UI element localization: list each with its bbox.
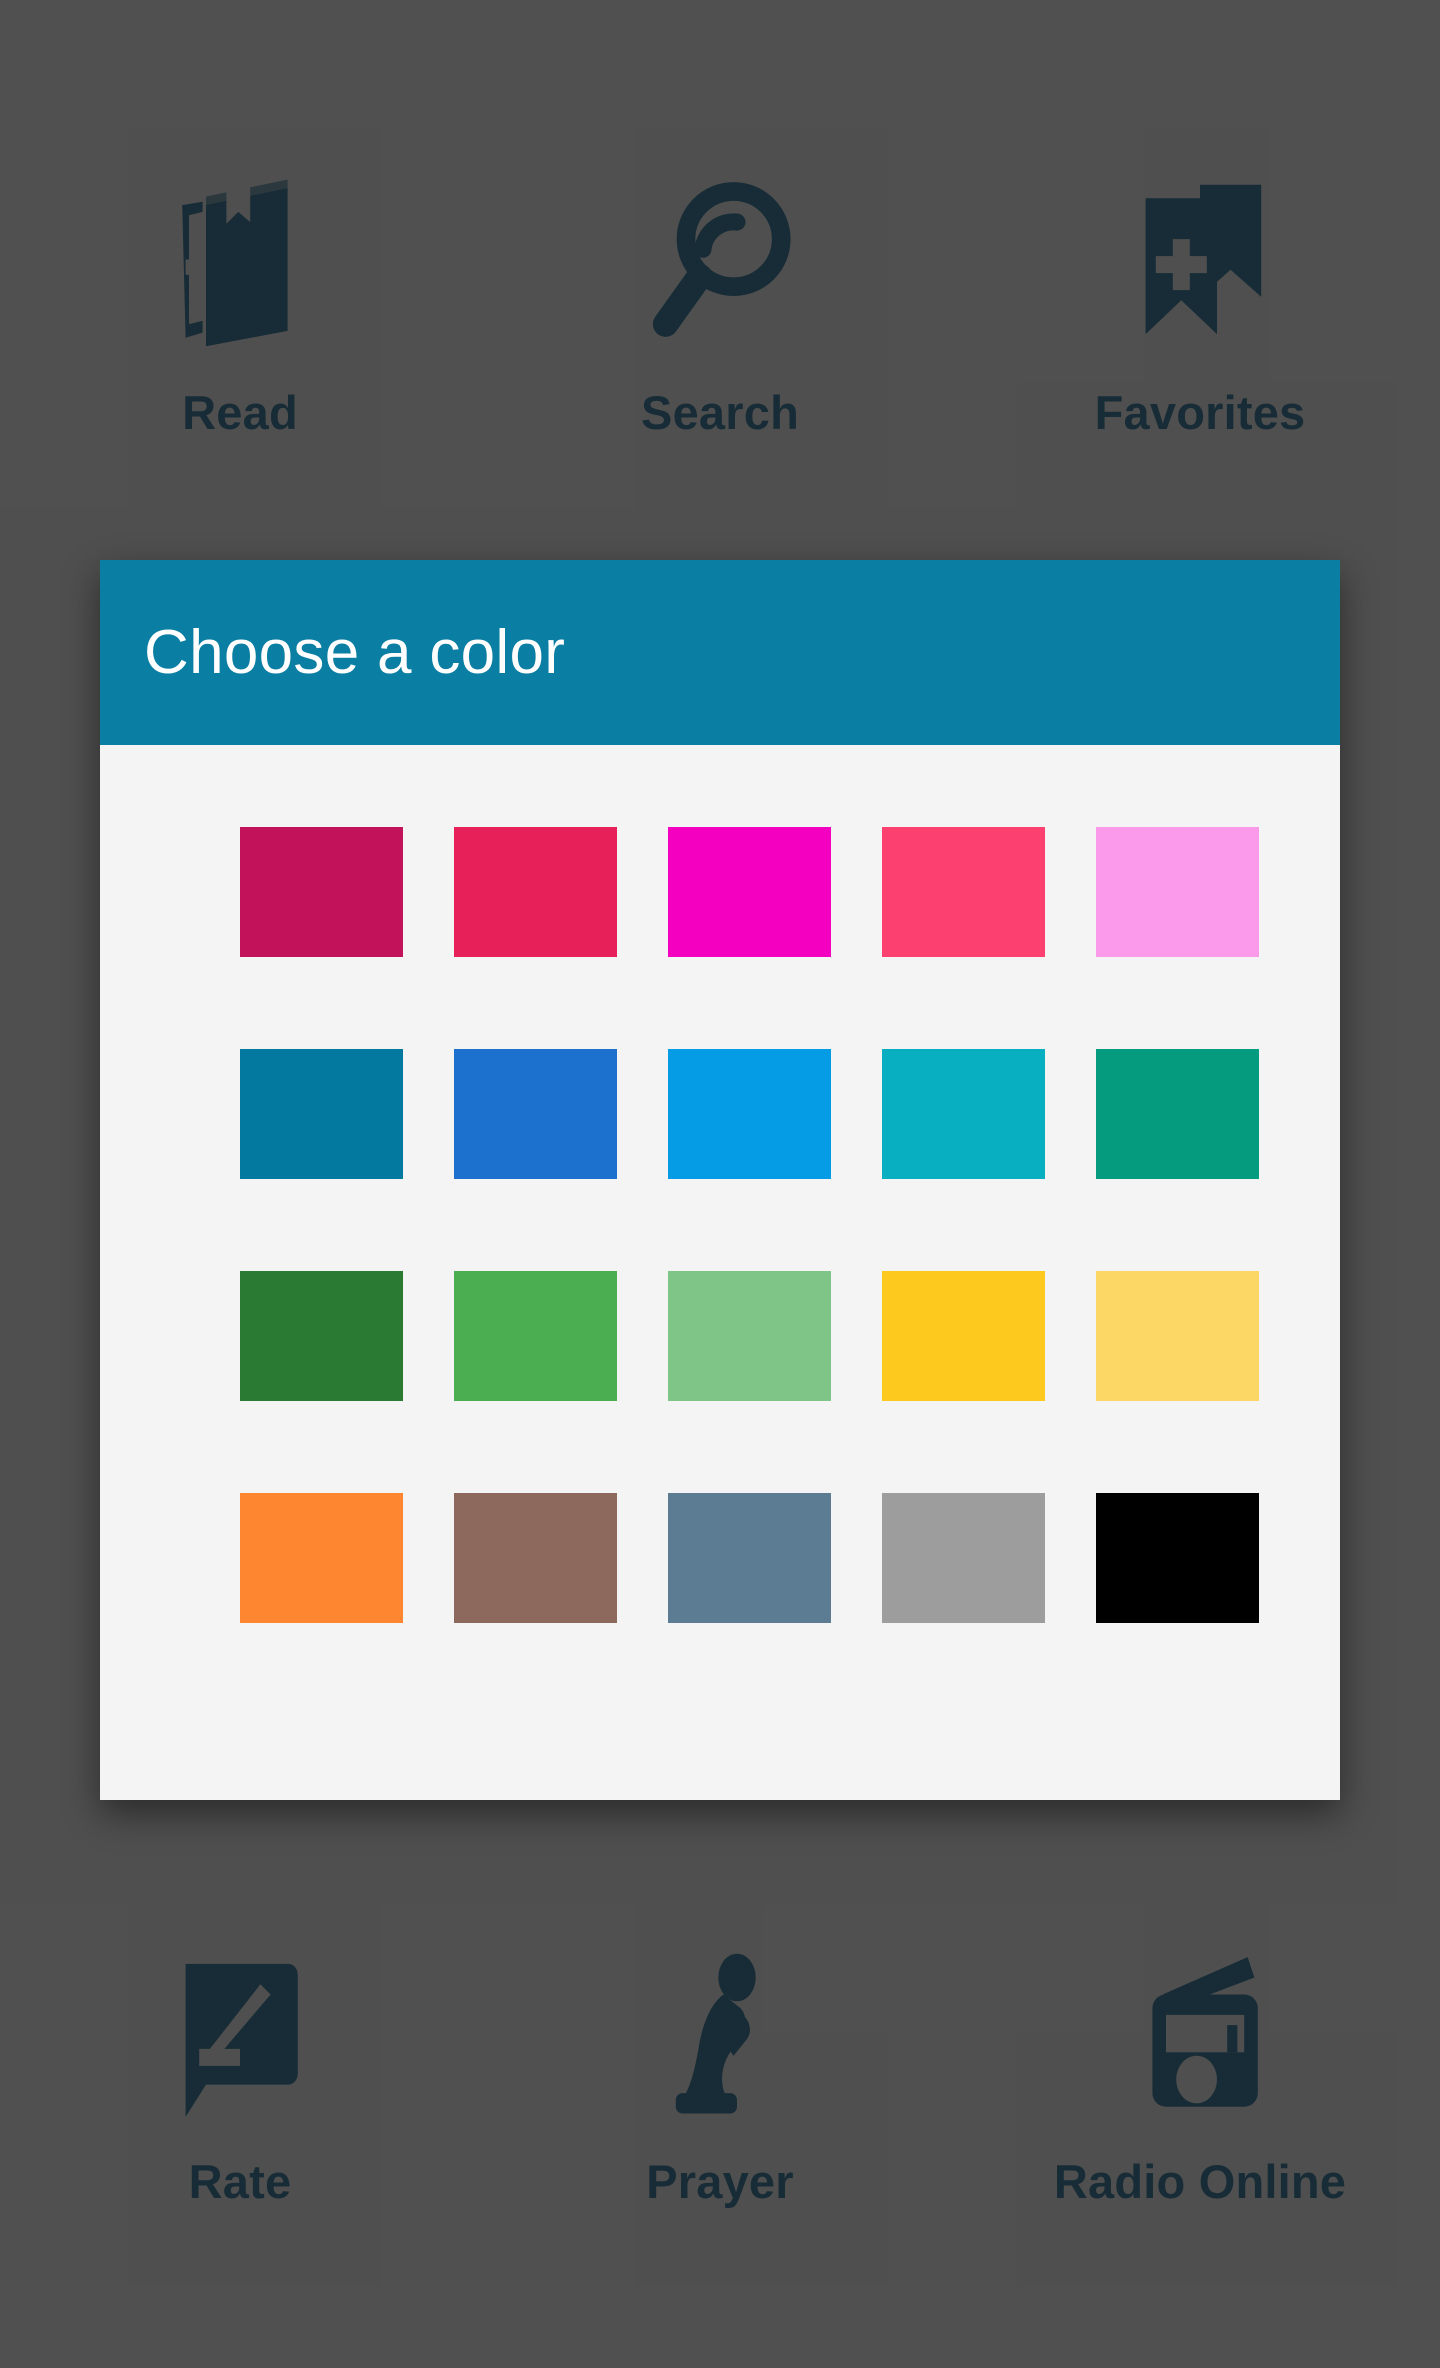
comment-pencil-icon (155, 1942, 325, 2132)
radio-icon (1115, 1942, 1285, 2132)
app-tile-label: Prayer (646, 2154, 794, 2208)
color-swatch-raspberry[interactable] (454, 827, 617, 957)
color-swatch-light-pink[interactable] (1096, 827, 1259, 957)
app-tile-search[interactable]: Search (480, 10, 960, 600)
color-swatch-blue[interactable] (454, 1049, 617, 1179)
app-tile-read[interactable]: Read (0, 10, 480, 600)
app-tile-radio-online[interactable]: Radio Online (960, 1779, 1440, 2368)
color-swatch-magenta[interactable] (668, 827, 831, 957)
dialog-header: Choose a color (100, 560, 1340, 745)
app-tile-prayer[interactable]: Prayer (480, 1779, 960, 2368)
swatch-row (130, 1493, 1310, 1623)
color-swatch-amber[interactable] (882, 1271, 1045, 1401)
color-swatch-crimson-pink[interactable] (240, 827, 403, 957)
swatch-row (130, 1049, 1310, 1179)
color-swatch-azure[interactable] (668, 1049, 831, 1179)
color-swatch-dark-green[interactable] (240, 1271, 403, 1401)
magnifier-icon (635, 173, 805, 363)
swatch-row (130, 1271, 1310, 1401)
app-tile-label: Read (182, 386, 298, 440)
dialog-title: Choose a color (144, 617, 566, 687)
bookmark-plus-icon (1115, 173, 1285, 363)
app-tile-label: Search (641, 386, 799, 440)
color-swatch-orange[interactable] (240, 1493, 403, 1623)
color-swatch-cyan[interactable] (882, 1049, 1045, 1179)
color-swatch-black[interactable] (1096, 1493, 1259, 1623)
app-tile-label: Favorites (1094, 386, 1306, 440)
color-swatch-hot-pink[interactable] (882, 827, 1045, 957)
choose-color-dialog: Choose a color (100, 560, 1340, 1800)
app-tile-rate[interactable]: Rate (0, 1779, 480, 2368)
color-swatch-teal-green[interactable] (1096, 1049, 1259, 1179)
swatch-row (130, 827, 1310, 957)
color-swatch-gray[interactable] (882, 1493, 1045, 1623)
color-swatch-light-amber[interactable] (1096, 1271, 1259, 1401)
color-swatch-slate-blue[interactable] (668, 1493, 831, 1623)
color-swatch-grid (100, 745, 1340, 1800)
book-icon (155, 173, 325, 363)
color-swatch-deep-teal[interactable] (240, 1049, 403, 1179)
praying-person-icon (635, 1942, 805, 2132)
app-tile-favorites[interactable]: Favorites (960, 10, 1440, 600)
color-swatch-light-green[interactable] (668, 1271, 831, 1401)
app-tile-label: Radio Online (1053, 2154, 1347, 2208)
color-swatch-green[interactable] (454, 1271, 617, 1401)
app-tile-label: Rate (188, 2154, 292, 2208)
color-swatch-brown[interactable] (454, 1493, 617, 1623)
